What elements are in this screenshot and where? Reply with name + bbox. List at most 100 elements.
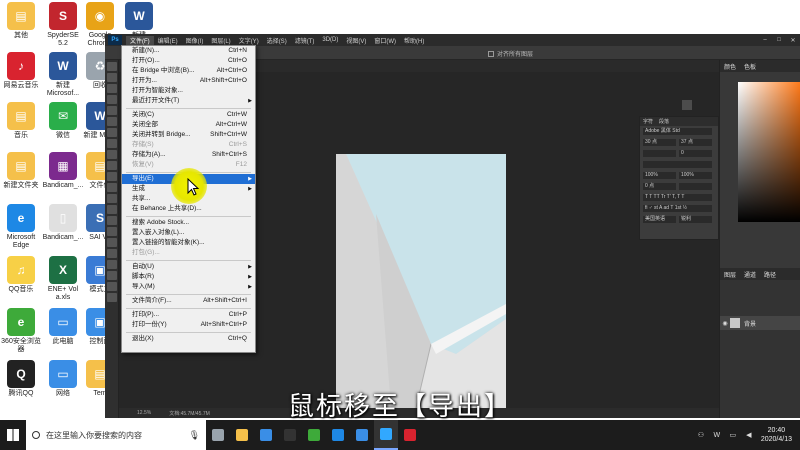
tool-button[interactable] <box>107 227 117 236</box>
tab-paragraph[interactable]: 段落 <box>656 118 672 125</box>
desktop-icon[interactable]: ✉ 微信 <box>42 102 84 140</box>
taskbar-app-file-explorer[interactable] <box>230 420 254 450</box>
file-menu-item[interactable]: 最近打开文件(T) ▶ <box>122 96 255 106</box>
file-menu-item[interactable]: 关闭并转到 Bridge... Shift+Ctrl+W <box>122 130 255 140</box>
file-menu-item[interactable]: 在 Bridge 中浏览(B)... Alt+Ctrl+O <box>122 66 255 76</box>
network-icon[interactable]: ▭ <box>727 431 739 439</box>
tool-button[interactable] <box>107 106 117 115</box>
history-icon[interactable] <box>682 100 692 110</box>
desktop-icon[interactable]: e 360安全浏览器 <box>0 308 42 354</box>
desktop-icon[interactable]: X ENE+ Vol a.xls <box>42 256 84 302</box>
anti-alias-select[interactable]: 锐利 <box>679 216 712 223</box>
menu-file[interactable]: 文件(F) <box>126 35 154 45</box>
align-all-layers-checkbox[interactable]: 对齐所有图层 <box>488 49 533 58</box>
tool-button[interactable] <box>107 172 117 181</box>
desktop-icon[interactable]: S SpyderSE 5.2 <box>42 2 84 48</box>
tool-button[interactable] <box>107 271 117 280</box>
font-size-field[interactable]: 30 点 <box>643 139 676 146</box>
desktop-icon[interactable]: ▤ 新建文件夹 <box>0 152 42 190</box>
file-menu-item[interactable]: 打包(G)... <box>122 248 255 258</box>
tool-button[interactable] <box>107 249 117 258</box>
baseline-shift-field[interactable]: 0 点 <box>643 183 676 190</box>
tool-button[interactable] <box>107 282 117 291</box>
menu-view[interactable]: 视图(V) <box>342 36 370 45</box>
vertical-scale-field[interactable]: 100% <box>643 172 676 179</box>
tracking-field[interactable]: 0 <box>679 150 712 157</box>
file-menu-item[interactable]: 打印(P)... Ctrl+P <box>122 310 255 320</box>
taskbar-app-store[interactable] <box>350 420 374 450</box>
tab-channels[interactable]: 通道 <box>740 270 760 279</box>
menu-layer[interactable]: 图层(L) <box>207 36 234 45</box>
text-style-buttons[interactable]: T T TT Tr T' T, T T <box>643 194 712 201</box>
tsume-field[interactable] <box>643 161 712 168</box>
menu-3d[interactable]: 3D(D) <box>318 37 342 43</box>
menu-image[interactable]: 图像(I) <box>182 36 208 45</box>
file-menu-item[interactable]: 关闭(C) Ctrl+W <box>122 110 255 120</box>
tool-button[interactable] <box>107 260 117 269</box>
taskbar-search[interactable]: 在这里输入你要搜索的内容 🎙 <box>26 420 206 450</box>
tab-layers[interactable]: 图层 <box>720 270 740 279</box>
file-menu-item[interactable]: 打开为智能对象... <box>122 86 255 96</box>
desktop-icon[interactable]: e Microsoft Edge <box>0 204 42 250</box>
leading-field[interactable]: 37 点 <box>679 139 712 146</box>
file-menu-item[interactable]: 置入链接的智能对象(K)... <box>122 238 255 248</box>
tool-button[interactable] <box>107 205 117 214</box>
file-menu-item[interactable]: 置入嵌入对象(L)... <box>122 228 255 238</box>
maximize-icon[interactable]: □ <box>772 37 786 44</box>
tool-button[interactable] <box>107 194 117 203</box>
word-tray-icon[interactable]: W <box>711 432 723 439</box>
file-menu-item[interactable]: 打印一份(Y) Alt+Shift+Ctrl+P <box>122 320 255 330</box>
taskbar-app-360[interactable] <box>302 420 326 450</box>
taskbar-app-photoshop[interactable] <box>374 420 398 450</box>
tab-swatches[interactable]: 色板 <box>740 62 760 71</box>
menu-edit[interactable]: 编辑(E) <box>154 36 182 45</box>
desktop-icon[interactable]: W 新建 Microsof... <box>42 52 84 98</box>
kerning-field[interactable] <box>643 150 676 157</box>
menu-filter[interactable]: 滤镜(T) <box>291 36 319 45</box>
file-menu-item[interactable]: 自动(U) ▶ <box>122 262 255 272</box>
file-menu-item[interactable]: 搜索 Adobe Stock... <box>122 218 255 228</box>
tool-button[interactable] <box>107 216 117 225</box>
tool-button[interactable] <box>107 293 117 302</box>
people-icon[interactable]: ⚇ <box>695 431 707 439</box>
volume-icon[interactable]: ◀ <box>743 431 755 439</box>
tool-button[interactable] <box>107 139 117 148</box>
menu-select[interactable]: 选择(S) <box>263 36 291 45</box>
file-menu-item[interactable]: 存储(S) Ctrl+S <box>122 140 255 150</box>
eye-icon[interactable]: ◉ <box>720 320 730 327</box>
taskbar-app-mail[interactable] <box>254 420 278 450</box>
desktop-icon[interactable]: ▭ 此电脑 <box>42 308 84 346</box>
tool-button[interactable] <box>107 62 117 71</box>
start-button[interactable] <box>0 420 26 450</box>
horizontal-scale-field[interactable]: 100% <box>679 172 712 179</box>
tool-button[interactable] <box>107 128 117 137</box>
close-icon[interactable]: ✕ <box>786 37 800 44</box>
tool-button[interactable] <box>107 183 117 192</box>
clock[interactable]: 20:40 2020/4/13 <box>761 426 792 444</box>
file-menu-item[interactable]: 脚本(R) ▶ <box>122 272 255 282</box>
menu-help[interactable]: 帮助(H) <box>400 36 428 45</box>
file-menu-item[interactable]: 在 Behance 上共享(D)... <box>122 204 255 214</box>
opentype-buttons[interactable]: fi ♂ st A ad T 1st ½ <box>643 205 712 212</box>
menu-window[interactable]: 窗口(W) <box>370 36 400 45</box>
desktop-icon[interactable]: ♫ QQ音乐 <box>0 256 42 294</box>
tab-character[interactable]: 字符 <box>640 118 656 125</box>
file-menu-item[interactable]: 打开(O)... Ctrl+O <box>122 56 255 66</box>
taskbar-app-task-view[interactable] <box>206 420 230 450</box>
file-menu-item[interactable]: 退出(X) Ctrl+Q <box>122 334 255 344</box>
desktop-icon[interactable]: ▦ Bandicam_... <box>42 152 84 190</box>
desktop-icon[interactable]: ▯ Bandicam_... <box>42 204 84 242</box>
file-menu-item[interactable]: 新建(N)... Ctrl+N <box>122 46 255 56</box>
menu-type[interactable]: 文字(Y) <box>235 36 263 45</box>
document-image[interactable] <box>336 154 506 408</box>
file-menu-item[interactable]: 文件简介(F)... Alt+Shift+Ctrl+I <box>122 296 255 306</box>
file-menu-item[interactable]: 存储为(A)... Shift+Ctrl+S <box>122 150 255 160</box>
tab-paths[interactable]: 路径 <box>760 270 780 279</box>
taskbar-app-edge[interactable] <box>326 420 350 450</box>
tool-button[interactable] <box>107 161 117 170</box>
microphone-icon[interactable]: 🎙 <box>189 430 200 441</box>
tool-button[interactable] <box>107 73 117 82</box>
tool-button[interactable] <box>107 150 117 159</box>
desktop-icon[interactable]: ▤ 其他 <box>0 2 42 40</box>
layer-row[interactable]: ◉ 背景 <box>720 316 800 330</box>
